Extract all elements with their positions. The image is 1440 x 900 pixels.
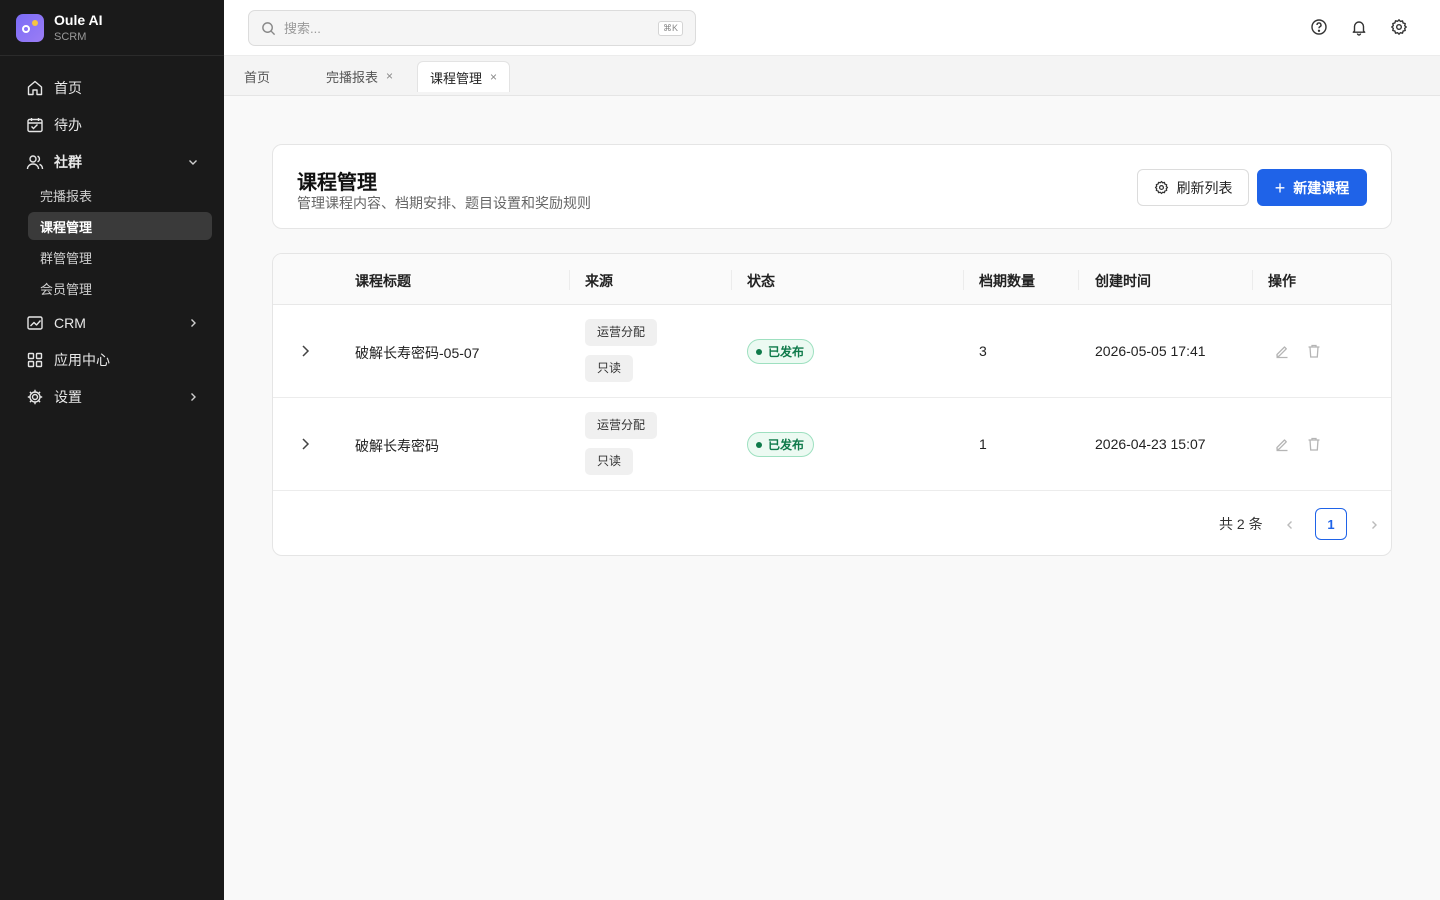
created-time: 2026-04-23 15:07 [1095,436,1206,452]
column-header-created-time: 创建时间 [1095,273,1151,289]
search-shortcut-hint: ⌘K [657,21,683,36]
course-table: 课程标题 来源 状态 档期数量 创建时间 操作 破解长寿密码-05-07 运营分… [272,253,1392,556]
users-icon [26,153,44,171]
table-row[interactable]: 破解长寿密码-05-07 运营分配 只读 已发布 3 2026-05-05 17… [273,305,1391,398]
status-badge: 已发布 [747,339,815,364]
tab-label: 首页 [244,69,271,85]
sidebar-item-label: 首页 [54,80,82,96]
page-tabs: 首页 完播报表 × 课程管理 × [224,56,1440,96]
sidebar-item-settings[interactable]: 设置 [12,379,212,415]
topbar: ⌘K [224,0,1440,56]
tab-label: 课程管理 [430,70,483,86]
calendar-icon [26,116,44,134]
tab-completion-report[interactable]: 完播报表 × [326,61,393,91]
tab-home[interactable]: 首页 [244,61,270,91]
search-input[interactable] [284,20,644,36]
course-title: 破解长寿密码 [355,438,439,454]
plus-icon: + [1274,177,1286,198]
edit-icon[interactable] [1274,343,1290,359]
new-course-button[interactable]: + 新建课程 [1257,169,1367,206]
status-label: 已发布 [768,438,805,452]
chevron-right-icon [191,319,196,327]
sidebar-subitem-course-management[interactable]: 课程管理 [28,212,212,240]
sidebar-item-home[interactable]: 首页 [12,70,212,106]
session-count: 1 [979,436,987,452]
source-tag: 运营分配 [585,412,658,439]
refresh-list-button[interactable]: 刷新列表 [1137,169,1249,206]
trash-icon[interactable] [1306,436,1322,452]
sidebar-subitem-member-management[interactable]: 会员管理 [28,274,212,302]
sidebar-subitem-completion-report[interactable]: 完播报表 [28,181,212,209]
readonly-tag: 只读 [585,355,634,382]
chart-icon [26,314,44,332]
chevron-down-icon [189,160,197,165]
sidebar-item-app-center[interactable]: 应用中心 [12,342,212,378]
page-number-button[interactable]: 1 [1315,508,1347,540]
brand-subtitle: SCRM [54,30,87,43]
home-icon [26,79,44,97]
sidebar-item-label: CRM [54,315,86,331]
sidebar-item-crm[interactable]: CRM [12,305,212,341]
readonly-tag: 只读 [585,448,634,475]
refresh-list-label: 刷新列表 [1176,179,1233,196]
chevron-left-icon[interactable] [1283,518,1297,532]
search-icon [262,21,276,35]
edit-icon[interactable] [1274,436,1290,452]
sidebar-nav: 首页 待办 社群 完播报表 课程管理 群管管理 会员管理 CRM 应用中心 设置 [0,56,224,415]
sidebar: Oule AI SCRM 首页 待办 社群 完播报表 课程管理 群管管理 会员管… [0,0,224,900]
settings-icon[interactable] [1390,18,1408,36]
tab-label: 完播报表 [326,69,379,85]
created-time: 2026-05-05 17:41 [1095,343,1206,359]
close-icon[interactable]: × [490,70,497,84]
sidebar-item-label: 社群 [54,154,82,170]
chevron-right-icon[interactable] [297,343,313,359]
gear-icon [1154,180,1168,195]
table-header: 课程标题 来源 状态 档期数量 创建时间 操作 [273,254,1391,305]
status-badge: 已发布 [747,432,815,457]
status-label: 已发布 [768,345,805,359]
trash-icon[interactable] [1306,343,1322,359]
new-course-label: 新建课程 [1293,179,1350,196]
grid-icon [26,351,44,369]
sidebar-subitem-group-management[interactable]: 群管管理 [28,243,212,271]
column-header-session-count: 档期数量 [979,273,1035,289]
session-count: 3 [979,343,987,359]
gear-icon [26,388,44,406]
pagination-total: 共 2 条 [1219,516,1263,532]
sidebar-item-label: 待办 [54,117,82,133]
logo-icon [16,13,44,42]
page-header-card: 课程管理 管理课程内容、档期安排、题目设置和奖励规则 刷新列表 + 新建课程 [272,144,1392,229]
column-header-actions: 操作 [1268,273,1296,289]
page-title: 课程管理 [297,172,377,194]
chevron-right-icon[interactable] [1367,518,1381,532]
sidebar-item-label: 应用中心 [54,352,110,368]
course-title: 破解长寿密码-05-07 [355,345,480,361]
chevron-right-icon[interactable] [297,436,313,452]
brand[interactable]: Oule AI SCRM [0,0,224,56]
chevron-right-icon [191,393,196,401]
search-box[interactable]: ⌘K [248,10,696,46]
source-tag: 运营分配 [585,319,658,346]
sidebar-item-todo[interactable]: 待办 [12,107,212,143]
sidebar-item-community[interactable]: 社群 [12,144,212,180]
close-icon[interactable]: × [386,69,393,83]
tab-course-management[interactable]: 课程管理 × [417,61,511,92]
page-description: 管理课程内容、档期安排、题目设置和奖励规则 [297,195,591,211]
column-header-source: 来源 [585,273,613,289]
sidebar-item-label: 设置 [54,389,82,405]
column-header-status: 状态 [747,273,775,289]
help-icon[interactable] [1310,18,1328,36]
brand-name: Oule AI [54,11,103,28]
table-row[interactable]: 破解长寿密码 运营分配 只读 已发布 1 2026-04-23 15:07 [273,398,1391,491]
column-header-title: 课程标题 [355,273,411,289]
bell-icon[interactable] [1350,18,1368,36]
